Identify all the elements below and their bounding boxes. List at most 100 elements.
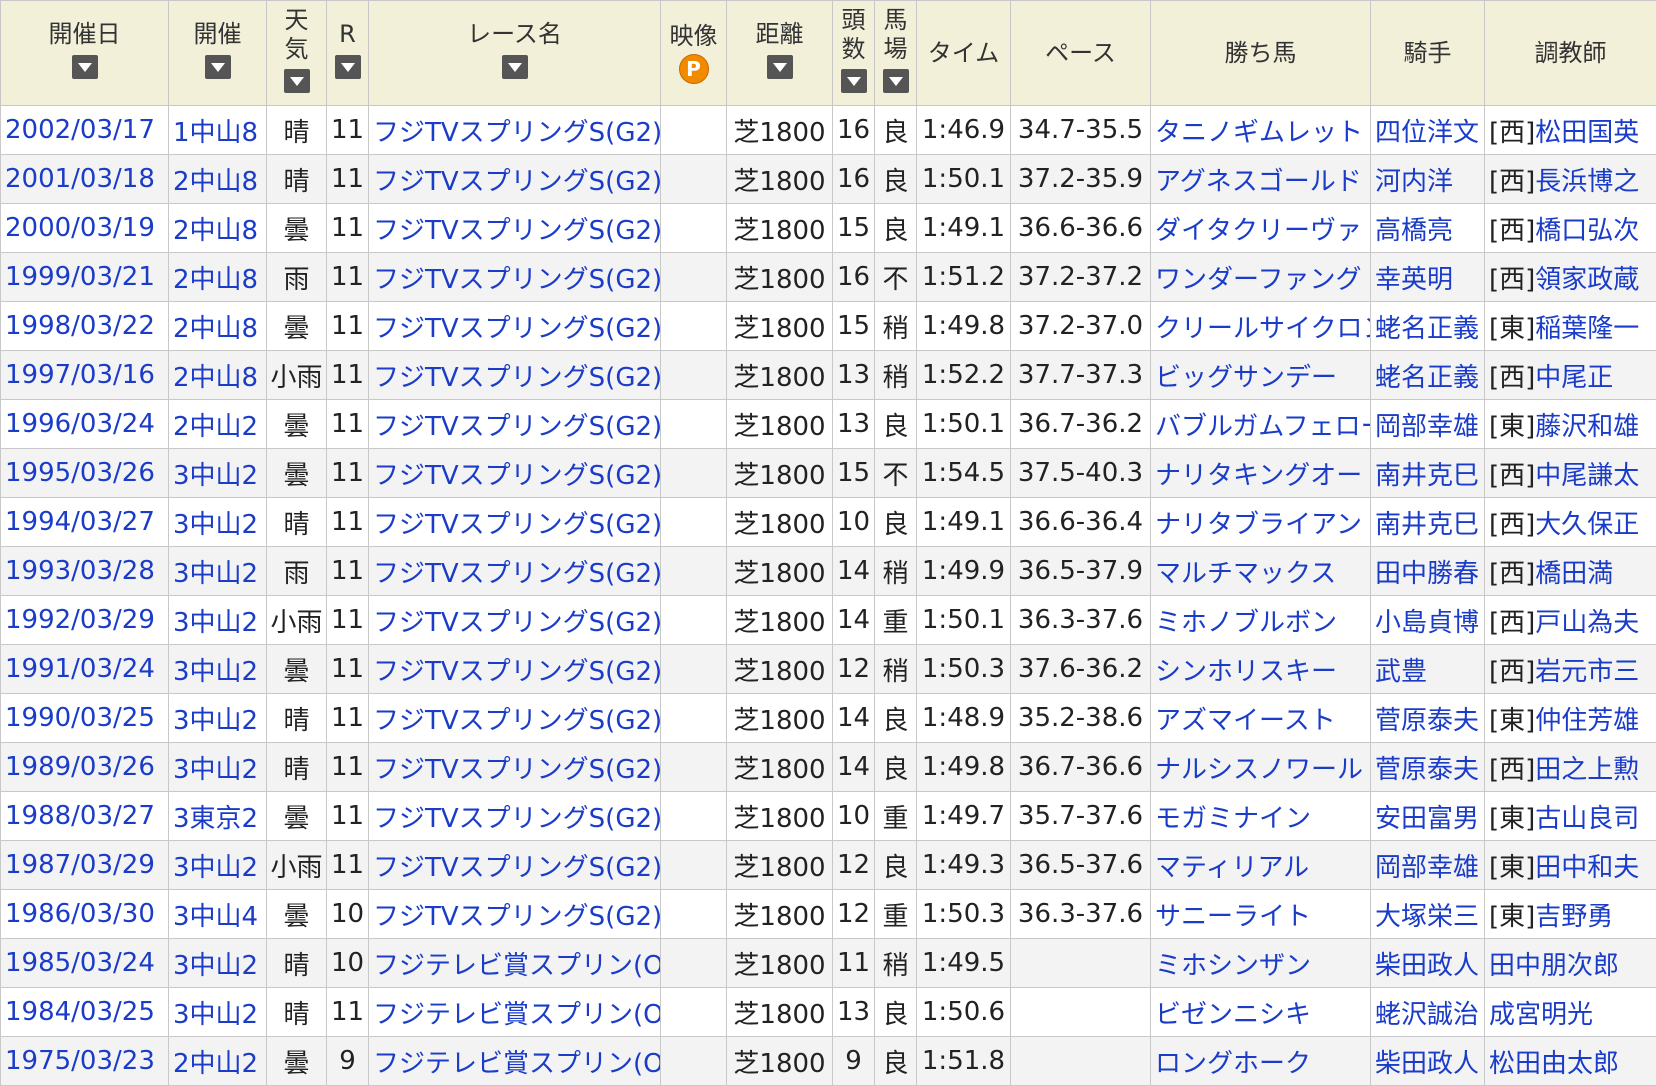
winner-horse-link[interactable]: クリールサイクロン [1155,314,1371,344]
race-date[interactable]: 1975/03/23 [1,1037,169,1086]
trainer-link[interactable]: 田中和夫 [1535,853,1639,883]
jockey[interactable]: 柴田政人 [1371,1037,1485,1086]
race-meeting[interactable]: 2中山8 [169,253,267,302]
race-date[interactable]: 2001/03/18 [1,155,169,204]
race-name[interactable]: フジTVスプリングS(G2) [369,106,661,155]
trainer-link[interactable]: 田之上勲 [1535,755,1639,785]
sort-dropdown-icon[interactable] [205,55,231,79]
sort-dropdown-icon[interactable] [883,69,909,93]
winner-horse-link[interactable]: ワンダーファング [1155,265,1361,295]
race-date[interactable]: 1999/03/21 [1,253,169,302]
trainer-link[interactable]: 長浜博之 [1535,167,1639,197]
race-date[interactable]: 1985/03/24 [1,939,169,988]
race-meeting-link[interactable]: 3中山2 [173,559,258,589]
winner-horse-link[interactable]: ミホシンザン [1155,951,1311,981]
jockey-link[interactable]: 蛯沢誠治 [1375,1000,1479,1030]
sort-dropdown-icon[interactable] [284,69,310,93]
race-name[interactable]: フジTVスプリングS(G2) [369,547,661,596]
trainer[interactable]: [東]田中和夫 [1485,841,1656,890]
winner-horse-link[interactable]: ロングホーク [1155,1049,1311,1079]
race-meeting[interactable]: 2中山8 [169,302,267,351]
winner-horse[interactable]: ミホノブルボン [1151,596,1371,645]
trainer-link[interactable]: 松田国英 [1535,118,1639,148]
race-meeting-link[interactable]: 2中山8 [173,265,258,295]
race-meeting[interactable]: 3中山2 [169,449,267,498]
jockey-link[interactable]: 幸英明 [1375,265,1453,295]
race-date-link[interactable]: 1997/03/16 [5,360,155,390]
trainer-link[interactable]: 中尾謙太 [1535,461,1639,491]
trainer[interactable]: [東]古山良司 [1485,792,1656,841]
jockey[interactable]: 岡部幸雄 [1371,841,1485,890]
jockey[interactable]: 蛯沢誠治 [1371,988,1485,1037]
jockey[interactable]: 小島貞博 [1371,596,1485,645]
race-name-link[interactable]: フジTVスプリングS(G2) [373,853,661,883]
winner-horse[interactable]: サニーライト [1151,890,1371,939]
trainer-link[interactable]: 橋口弘次 [1535,216,1639,246]
race-name[interactable]: フジTVスプリングS(G2) [369,792,661,841]
race-name[interactable]: フジTVスプリングS(G2) [369,351,661,400]
trainer[interactable]: [東]稲葉隆一 [1485,302,1656,351]
race-name-link[interactable]: フジTVスプリングS(G2) [373,167,661,197]
jockey-link[interactable]: 蛯名正義 [1375,363,1479,393]
jockey[interactable]: 四位洋文 [1371,106,1485,155]
sort-dropdown-icon[interactable] [767,55,793,79]
jockey[interactable]: 蛯名正義 [1371,351,1485,400]
race-name-link[interactable]: フジTVスプリングS(G2) [373,510,661,540]
race-name[interactable]: フジテレビ賞スプリン(OP) [369,988,661,1037]
jockey-link[interactable]: 菅原泰夫 [1375,755,1479,785]
race-date[interactable]: 1987/03/29 [1,841,169,890]
race-meeting[interactable]: 2中山2 [169,1037,267,1086]
race-name-link[interactable]: フジTVスプリングS(G2) [373,755,661,785]
winner-horse-link[interactable]: ビゼンニシキ [1155,1000,1311,1030]
winner-horse-link[interactable]: ナリタブライアン [1155,510,1362,540]
race-name-link[interactable]: フジTVスプリングS(G2) [373,902,661,932]
race-date-link[interactable]: 1994/03/27 [5,507,155,537]
race-date[interactable]: 1988/03/27 [1,792,169,841]
race-meeting-link[interactable]: 2中山8 [173,167,258,197]
race-meeting-link[interactable]: 3中山2 [173,1000,258,1030]
race-name-link[interactable]: フジTVスプリングS(G2) [373,559,661,589]
race-meeting[interactable]: 1中山8 [169,106,267,155]
race-date[interactable]: 1991/03/24 [1,645,169,694]
jockey[interactable]: 菅原泰夫 [1371,743,1485,792]
winner-horse[interactable]: ワンダーファング [1151,253,1371,302]
race-name[interactable]: フジTVスプリングS(G2) [369,498,661,547]
jockey[interactable]: 南井克巳 [1371,449,1485,498]
race-meeting-link[interactable]: 3中山2 [173,706,258,736]
trainer[interactable]: [西]岩元市三 [1485,645,1656,694]
race-meeting[interactable]: 3中山2 [169,988,267,1037]
winner-horse-link[interactable]: マティリアル [1155,853,1309,883]
trainer-link[interactable]: 中尾正 [1535,363,1613,393]
jockey-link[interactable]: 安田富男 [1375,804,1479,834]
race-meeting[interactable]: 3中山2 [169,596,267,645]
race-meeting[interactable]: 3中山2 [169,547,267,596]
race-name-link[interactable]: フジTVスプリングS(G2) [373,265,661,295]
winner-horse[interactable]: ビゼンニシキ [1151,988,1371,1037]
trainer-link[interactable]: 松田由太郎 [1489,1049,1619,1079]
race-date[interactable]: 1994/03/27 [1,498,169,547]
jockey-link[interactable]: 小島貞博 [1375,608,1479,638]
race-name-link[interactable]: フジTVスプリングS(G2) [373,461,661,491]
trainer[interactable]: [西]領家政蔵 [1485,253,1656,302]
race-date-link[interactable]: 1999/03/21 [5,262,155,292]
winner-horse-link[interactable]: アグネスゴールド [1155,167,1362,197]
race-date-link[interactable]: 1975/03/23 [5,1046,155,1076]
winner-horse[interactable]: マティリアル [1151,841,1371,890]
jockey[interactable]: 柴田政人 [1371,939,1485,988]
race-name[interactable]: フジTVスプリングS(G2) [369,253,661,302]
winner-horse-link[interactable]: アズマイースト [1155,706,1336,736]
jockey[interactable]: 高橋亮 [1371,204,1485,253]
race-meeting[interactable]: 3中山2 [169,645,267,694]
trainer-link[interactable]: 大久保正 [1535,510,1639,540]
trainer-link[interactable]: 領家政蔵 [1535,265,1639,295]
race-date-link[interactable]: 1988/03/27 [5,801,155,831]
winner-horse-link[interactable]: ナリタキングオー [1155,461,1362,491]
trainer-link[interactable]: 田中朋次郎 [1489,951,1619,981]
race-name-link[interactable]: フジTVスプリングS(G2) [373,657,661,687]
race-meeting-link[interactable]: 3東京2 [173,804,258,834]
jockey-link[interactable]: 南井克巳 [1375,510,1479,540]
race-date-link[interactable]: 1998/03/22 [5,311,155,341]
race-name-link[interactable]: フジテレビ賞スプリン(OP) [373,1049,661,1079]
winner-horse-link[interactable]: ミホノブルボン [1155,608,1337,638]
jockey-link[interactable]: 大塚栄三 [1375,902,1479,932]
